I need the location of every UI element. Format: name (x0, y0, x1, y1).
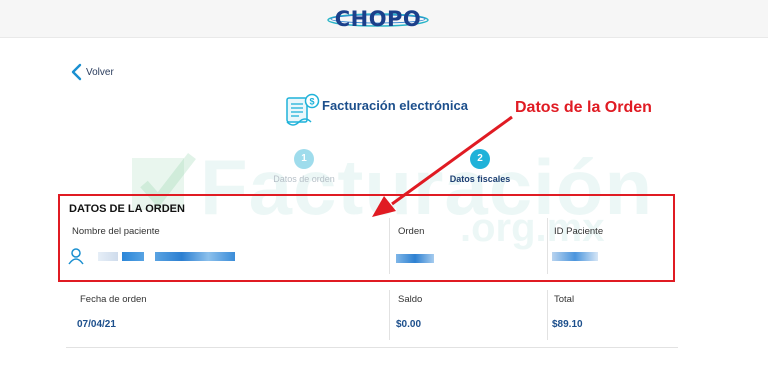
step-label: Datos de orden (273, 174, 335, 184)
patient-name-label: Nombre del paciente (72, 226, 160, 237)
back-label: Volver (86, 66, 114, 78)
order-date-value: 07/04/21 (77, 319, 116, 330)
chevron-left-icon (71, 63, 82, 81)
step-number: 1 (294, 149, 314, 169)
chopo-logo: CHOPO (327, 6, 429, 32)
summary-divider (66, 347, 678, 348)
column-divider (389, 218, 390, 274)
redacted-patient-name (122, 252, 144, 261)
total-value: $89.10 (552, 319, 583, 330)
patient-id-label: ID Paciente (554, 226, 604, 237)
step-datos-de-orden[interactable]: 1 Datos de orden (262, 149, 346, 184)
back-link[interactable]: Volver (70, 63, 114, 81)
step-label: Datos fiscales (449, 174, 511, 184)
annotation-arrow (372, 115, 513, 217)
step-number: 2 (470, 149, 490, 169)
column-divider (389, 290, 390, 340)
balance-label: Saldo (398, 294, 423, 305)
balance-value: $0.00 (396, 319, 422, 330)
invoice-icon: $ (286, 93, 320, 126)
section-title: DATOS DE LA ORDEN (69, 203, 185, 215)
step-datos-fiscales[interactable]: 2 Datos fiscales (434, 149, 526, 184)
redacted-order-number (396, 254, 434, 263)
top-bar: CHOPO (0, 0, 768, 38)
logo-text: CHOPO (334, 7, 422, 31)
order-label: Orden (398, 226, 425, 237)
column-divider (547, 290, 548, 340)
redacted-patient-id (552, 252, 598, 261)
annotation-label: Datos de la Orden (515, 99, 652, 116)
redacted-patient-name (98, 252, 118, 261)
total-label: Total (554, 294, 575, 305)
page-title: Facturación electrónica (322, 98, 468, 113)
svg-text:$: $ (309, 97, 314, 107)
column-divider (547, 218, 548, 274)
redacted-patient-name (155, 252, 235, 261)
order-date-label: Fecha de orden (80, 294, 147, 305)
user-icon (68, 248, 84, 265)
